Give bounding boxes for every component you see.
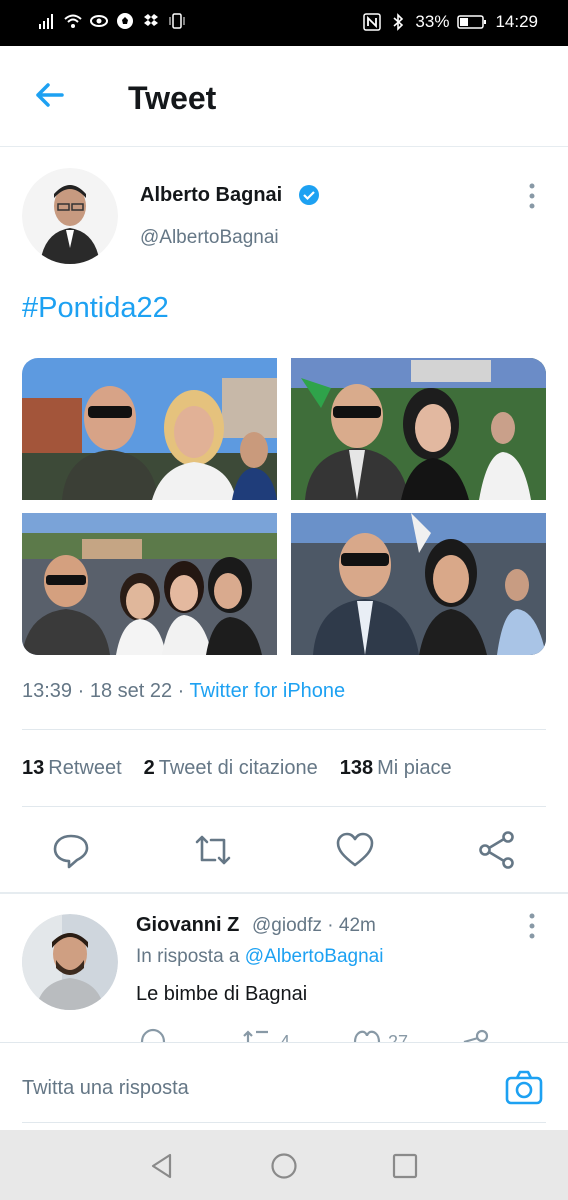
divider-top: [22, 729, 546, 730]
reply-more-options-icon[interactable]: [528, 912, 536, 940]
quotes-label: Tweet di citazione: [158, 757, 318, 779]
author-handle[interactable]: @AlbertoBagnai: [140, 227, 279, 249]
reply-text: Le bimbe di Bagnai: [136, 983, 308, 1005]
in-reply-to: In risposta a @AlbertoBagnai: [136, 946, 383, 968]
tweet-stats: 13 Retweet 2 Tweet di citazione 138 Mi piac…: [22, 757, 452, 780]
tweet-hashtag[interactable]: #Pontida22: [22, 292, 169, 325]
reply-like-icon[interactable]: [352, 1028, 382, 1042]
soccer-icon: [117, 13, 133, 29]
reply-time: · 42m: [322, 915, 376, 936]
verified-badge-icon: [299, 185, 319, 205]
dropbox-icon: [144, 14, 158, 26]
reply-handle-time: @giodfz · 42m: [252, 915, 376, 937]
tweet-photo-1[interactable]: [22, 358, 277, 500]
in-reply-to-link[interactable]: @AlbertoBagnai: [245, 946, 384, 967]
tweet-meta: 13:39 · 18 set 22 · Twitter for iPhone: [22, 680, 345, 703]
likes-label: Mi piace: [377, 757, 452, 779]
reply-like-count: 27: [388, 1032, 409, 1042]
tweet-timestamp: 13:39 · 18 set 22 ·: [22, 680, 190, 702]
quotes-count: 2: [143, 757, 155, 779]
nav-back-icon[interactable]: [148, 1152, 176, 1180]
bluetooth-icon: [393, 13, 404, 31]
retweets-count: 13: [22, 757, 45, 779]
reply-compose-bar[interactable]: Twitta una risposta: [0, 1042, 568, 1131]
tweet-photo-2[interactable]: [291, 358, 546, 500]
page-title: Tweet: [128, 80, 217, 116]
divider-bottom: [22, 806, 546, 807]
more-options-icon[interactable]: [528, 182, 536, 210]
reply-author-handle[interactable]: @giodfz: [252, 915, 322, 936]
nav-recents-icon[interactable]: [391, 1152, 419, 1180]
signal-icon: [39, 14, 53, 29]
like-icon[interactable]: [335, 830, 375, 870]
vibrate-icon: [169, 13, 185, 29]
system-nav-bar: [0, 1130, 568, 1200]
reply-share-icon[interactable]: [460, 1028, 490, 1042]
top-header: Tweet: [0, 46, 568, 147]
retweet-icon[interactable]: [193, 830, 233, 870]
quotes-stat[interactable]: 2 Tweet di citazione: [144, 757, 318, 780]
retweets-label: Retweet: [48, 757, 122, 779]
retweets-stat[interactable]: 13 Retweet: [22, 757, 122, 780]
reply-retweet-icon[interactable]: [242, 1028, 272, 1042]
in-reply-to-label: In risposta a: [136, 946, 240, 967]
battery-percent: 33%: [415, 12, 450, 31]
share-icon[interactable]: [477, 830, 517, 870]
camera-icon[interactable]: [504, 1067, 544, 1107]
reply-avatar[interactable]: [22, 914, 118, 1010]
nav-home-icon[interactable]: [270, 1152, 298, 1180]
wifi-icon: [64, 14, 82, 28]
reply-icon[interactable]: [51, 830, 91, 870]
back-arrow-icon[interactable]: [32, 80, 68, 110]
compose-underline: [22, 1122, 546, 1123]
tweet-photo-4[interactable]: [291, 513, 546, 655]
tweet-actions: [0, 830, 568, 874]
status-bar: 33% 14:29: [0, 0, 568, 46]
author-avatar[interactable]: [22, 168, 118, 264]
reply-author-name[interactable]: Giovanni Z: [136, 914, 239, 937]
reply-reply-icon[interactable]: [138, 1028, 168, 1042]
likes-stat[interactable]: 138 Mi piace: [340, 757, 452, 780]
tweet-source-link[interactable]: Twitter for iPhone: [190, 680, 346, 702]
likes-count: 138: [339, 757, 374, 779]
reply-input[interactable]: Twitta una risposta: [22, 1077, 189, 1100]
eye-icon: [90, 15, 108, 27]
tweet-photo-3[interactable]: [22, 513, 277, 655]
clock: 14:29: [495, 12, 538, 31]
author-name[interactable]: Alberto Bagnai: [140, 184, 282, 207]
reply-retweet-count: 4: [280, 1032, 291, 1042]
nfc-icon: [363, 13, 382, 31]
battery-icon: [457, 15, 487, 29]
section-separator: [0, 892, 568, 894]
